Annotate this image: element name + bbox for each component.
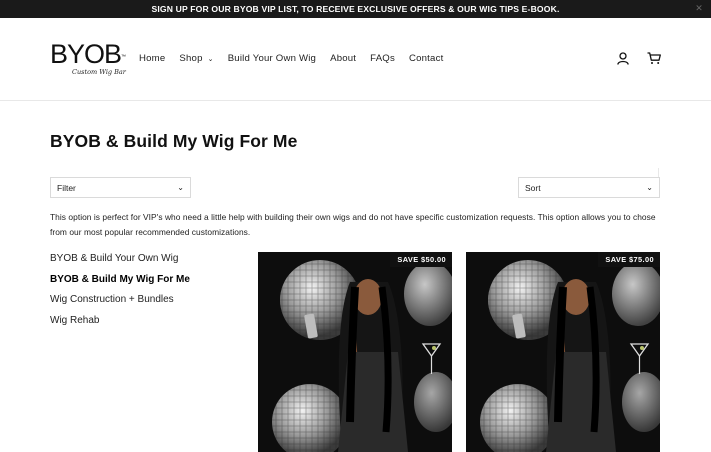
- product-card[interactable]: SAVE $75.00: [466, 252, 660, 452]
- nav-contact[interactable]: Contact: [409, 53, 443, 64]
- chevron-down-icon: ⌄: [646, 183, 653, 192]
- cart-icon[interactable]: [647, 52, 661, 65]
- sort-label: Sort: [525, 182, 541, 193]
- filter-label: Filter: [57, 182, 76, 193]
- logo-tm: ™: [121, 54, 126, 60]
- sidebar-item-build-your-own-wig[interactable]: BYOB & Build Your Own Wig: [50, 253, 190, 274]
- product-image: [466, 252, 660, 452]
- announcement-bar: SIGN UP FOR OUR BYOB VIP LIST, TO RECEIV…: [0, 0, 711, 18]
- collection-description: This option is perfect for VIP's who nee…: [50, 212, 656, 237]
- announcement-text[interactable]: SIGN UP FOR OUR BYOB VIP LIST, TO RECEIV…: [152, 4, 560, 14]
- nav-shop-label: Shop: [179, 53, 203, 64]
- logo-text: BYOB: [50, 39, 122, 69]
- chevron-down-icon: ⌄: [207, 55, 214, 63]
- account-icon[interactable]: [617, 52, 629, 65]
- page-title: BYOB & Build My Wig For Me: [50, 131, 298, 151]
- sort-select[interactable]: Sort ⌄: [518, 177, 660, 198]
- filter-select[interactable]: Filter ⌄: [50, 177, 191, 198]
- sidebar-item-wig-rehab[interactable]: Wig Rehab: [50, 315, 190, 336]
- logo[interactable]: BYOB™ Custom Wig Bar: [50, 39, 126, 81]
- nav-about[interactable]: About: [330, 53, 356, 64]
- sale-badge: SAVE $50.00: [390, 252, 452, 267]
- close-icon[interactable]: ✕: [695, 3, 703, 14]
- chevron-down-icon: ⌄: [177, 183, 184, 192]
- sidebar-item-wig-construction-bundles[interactable]: Wig Construction + Bundles: [50, 294, 190, 315]
- site-header: BYOB™ Custom Wig Bar Home Shop ⌄ Build Yo…: [0, 18, 711, 101]
- sale-badge: SAVE $75.00: [598, 252, 660, 267]
- collection-sidebar: BYOB & Build Your Own Wig BYOB & Build M…: [50, 253, 190, 335]
- nav-build-your-own-wig[interactable]: Build Your Own Wig: [228, 53, 316, 64]
- logo-wordmark: BYOB™: [50, 39, 126, 69]
- nav-shop[interactable]: Shop ⌄: [179, 53, 213, 64]
- product-image: [258, 252, 452, 452]
- nav-home[interactable]: Home: [139, 53, 165, 64]
- nav-faqs[interactable]: FAQs: [370, 53, 395, 64]
- header-icons: [617, 52, 661, 65]
- main-nav: Home Shop ⌄ Build Your Own Wig About FAQs…: [139, 53, 457, 64]
- product-card[interactable]: SAVE $50.00: [258, 252, 452, 452]
- sidebar-item-build-my-wig-for-me[interactable]: BYOB & Build My Wig For Me: [50, 274, 190, 295]
- logo-script: Custom Wig Bar: [72, 68, 126, 76]
